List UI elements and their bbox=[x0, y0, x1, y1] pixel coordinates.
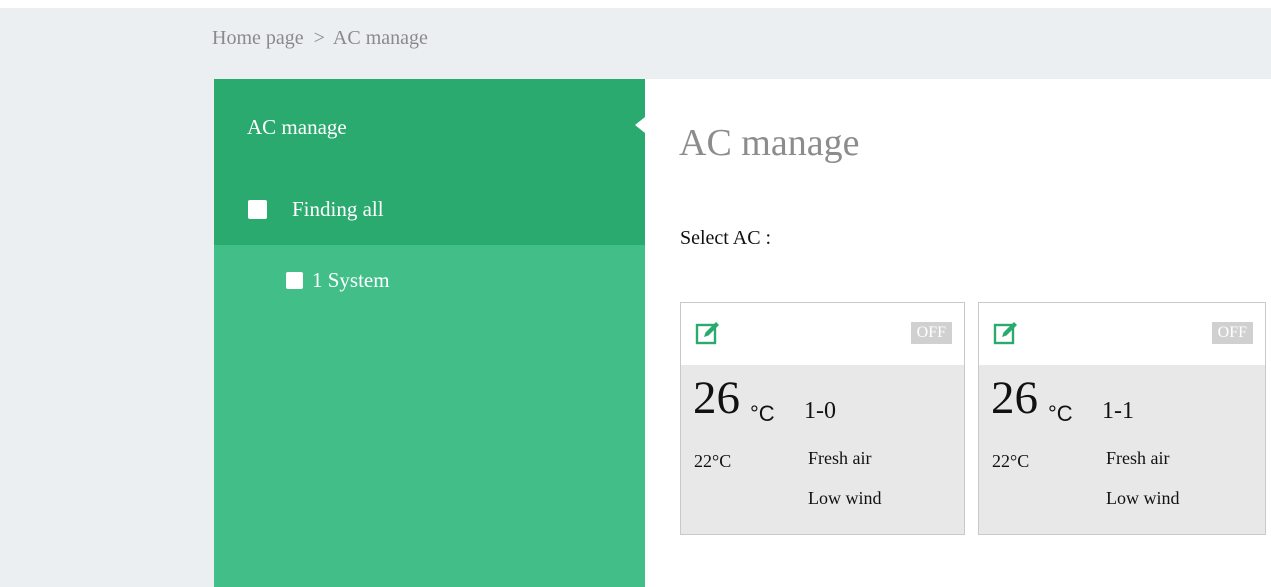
ac-card-header: OFF bbox=[979, 303, 1265, 365]
finding-all-checkbox[interactable] bbox=[248, 200, 267, 219]
ac-card-header: OFF bbox=[681, 303, 964, 365]
page-title: AC manage bbox=[679, 122, 860, 164]
set-temperature: 22°C bbox=[992, 451, 1030, 471]
ac-mode: Fresh air bbox=[808, 448, 872, 468]
top-strip bbox=[0, 0, 1271, 8]
set-temperature: 22°C bbox=[694, 451, 732, 471]
ac-id: 1-0 bbox=[804, 398, 836, 424]
breadcrumb-home-link[interactable]: Home page bbox=[212, 27, 304, 50]
tree-item-system[interactable]: 1 System bbox=[286, 268, 390, 293]
ac-id: 1-1 bbox=[1102, 398, 1134, 424]
sidebar-title[interactable]: AC manage bbox=[247, 115, 347, 140]
tree-item-label: 1 System bbox=[312, 268, 390, 292]
sidebar-header: AC manage Finding all bbox=[214, 79, 645, 245]
edit-icon[interactable] bbox=[993, 320, 1019, 346]
edit-icon[interactable] bbox=[695, 320, 721, 346]
ac-card[interactable]: OFF 26 °C 1-0 22°C Fresh air Low wind bbox=[680, 302, 965, 535]
current-temperature: 26 bbox=[693, 372, 740, 424]
ac-card[interactable]: OFF 26 °C 1-1 22°C Fresh air Low wind bbox=[978, 302, 1266, 535]
current-temperature: 26 bbox=[991, 372, 1038, 424]
select-ac-label: Select AC : bbox=[680, 227, 772, 249]
wind-speed: Low wind bbox=[808, 488, 882, 508]
breadcrumb-separator: > bbox=[313, 27, 325, 49]
breadcrumb-current: AC manage bbox=[332, 27, 428, 49]
active-indicator bbox=[635, 117, 645, 133]
tree-item-label: Finding all bbox=[292, 197, 384, 221]
ac-mode: Fresh air bbox=[1106, 448, 1170, 468]
breadcrumb: Home page > AC manage bbox=[212, 27, 428, 50]
sidebar: AC manage Finding all 1 System bbox=[214, 79, 645, 587]
status-badge[interactable]: OFF bbox=[910, 322, 952, 344]
wind-speed: Low wind bbox=[1106, 488, 1180, 508]
temperature-unit: °C bbox=[1048, 401, 1073, 426]
temperature-unit: °C bbox=[750, 401, 775, 426]
tree-item-finding-all[interactable]: Finding all bbox=[248, 197, 384, 222]
status-badge[interactable]: OFF bbox=[1211, 322, 1253, 344]
system-checkbox[interactable] bbox=[286, 272, 303, 289]
main-panel: AC manage Select AC : OFF 26 °C 1-0 22°C… bbox=[645, 79, 1271, 587]
